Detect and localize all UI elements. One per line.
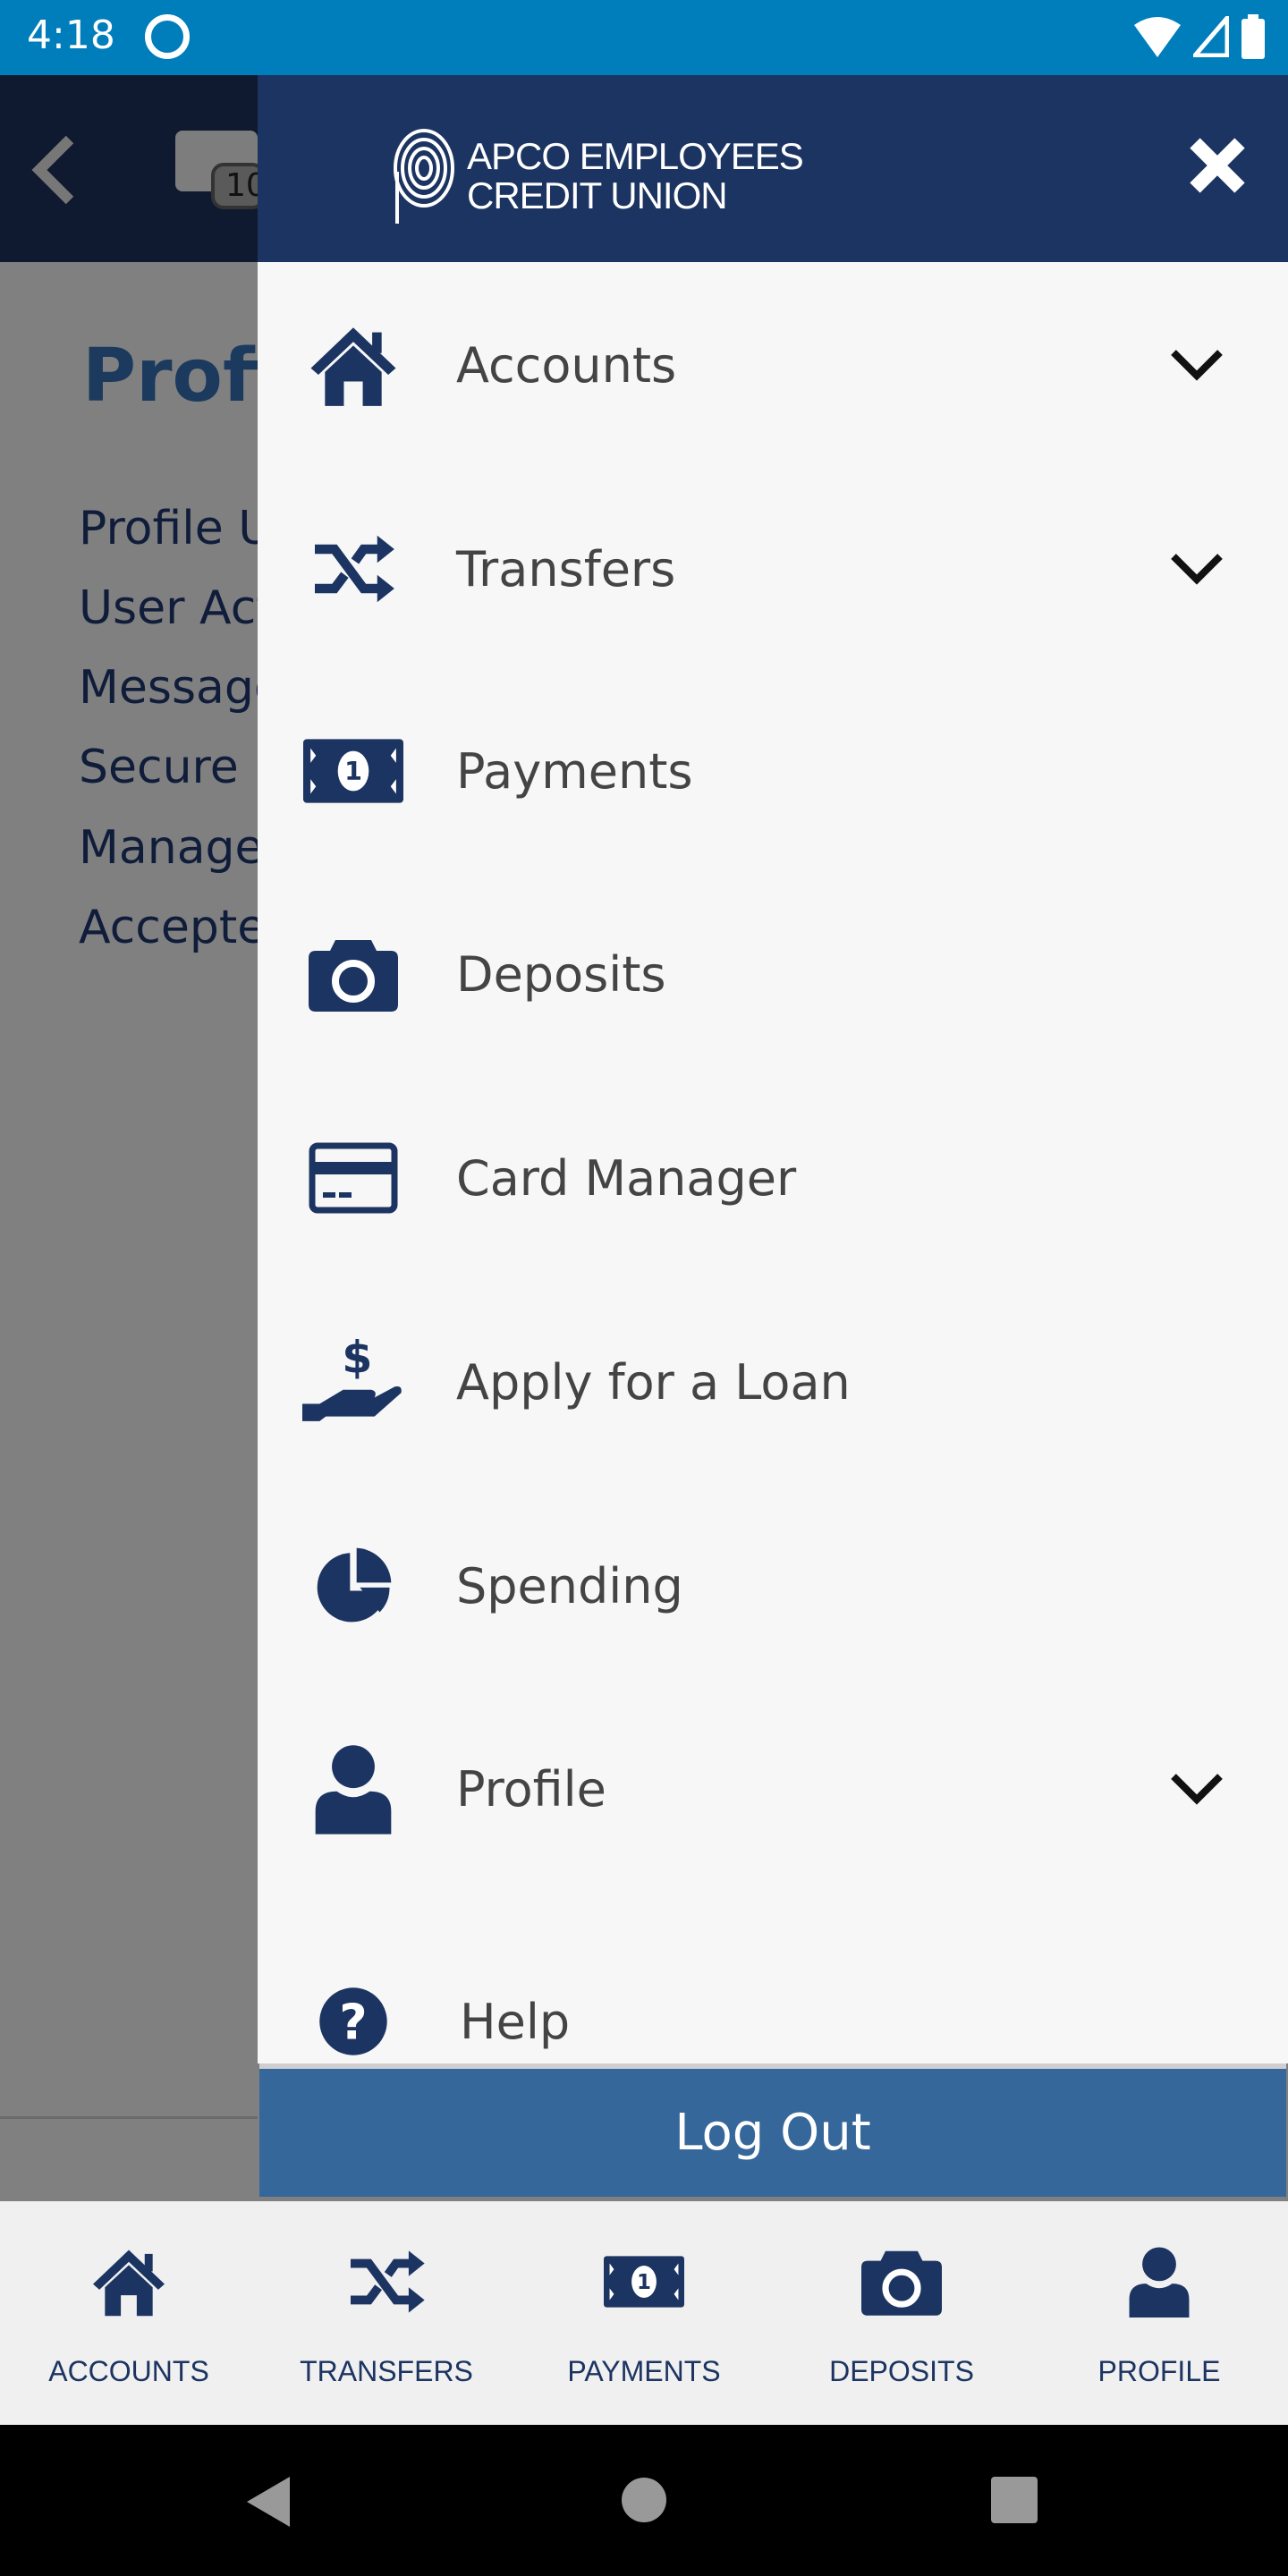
menu-item-accounts[interactable]: Accounts <box>258 263 1288 467</box>
camera-icon <box>861 2246 942 2318</box>
menu-item-help[interactable]: Help <box>258 1919 1288 2063</box>
pie-chart-icon <box>312 1545 394 1627</box>
page-title: Profil <box>82 334 258 419</box>
tab-label: PROFILE <box>1097 2355 1221 2387</box>
menu-item-label: Accounts <box>456 336 677 394</box>
tab-transfers[interactable]: TRANSFERS <box>258 2201 515 2425</box>
tab-label: TRANSFERS <box>300 2355 473 2387</box>
profile-link: Accepted <box>79 901 258 954</box>
profile-link: Message <box>79 661 258 715</box>
menu-item-label: Deposits <box>456 945 666 1003</box>
money-icon <box>604 2246 684 2318</box>
profile-link: Manage <box>79 821 258 875</box>
menu-item-label: Payments <box>456 742 693 800</box>
navigation-drawer: Accounts Transfers Payments Deposits Car… <box>258 262 1288 2063</box>
hand-dollar-icon <box>302 1328 404 1436</box>
home-icon <box>89 2246 169 2318</box>
page-header: 10 <box>0 75 265 262</box>
nav-home-icon[interactable] <box>621 2477 667 2523</box>
shuffle-icon <box>310 530 396 607</box>
menu-item-profile[interactable]: Profile <box>258 1687 1288 1891</box>
menu-item-label: Transfers <box>456 540 676 597</box>
tab-label: DEPOSITS <box>829 2355 974 2387</box>
tab-label: PAYMENTS <box>567 2355 721 2387</box>
profile-page-background: Profil Profile U User Act Message Secure… <box>0 262 258 2201</box>
tab-deposits[interactable]: DEPOSITS <box>773 2201 1030 2425</box>
system-navigation-bar <box>0 2425 1288 2576</box>
back-icon[interactable] <box>27 134 80 206</box>
shuffle-icon <box>346 2246 427 2318</box>
divider <box>0 2116 258 2119</box>
close-icon[interactable] <box>1186 134 1249 197</box>
menu-item-label: Spending <box>456 1557 683 1614</box>
menu-item-label: Help <box>460 1993 571 2050</box>
credit-card-icon <box>309 1142 398 1214</box>
brand-logo: APCO EMPLOYEES CREDIT UNION <box>392 127 804 225</box>
bottom-tab-bar: ACCOUNTS TRANSFERS PAYMENTS DEPOSITS PRO… <box>0 2201 1288 2425</box>
user-icon <box>1119 2246 1199 2318</box>
menu-item-apply-for-loan[interactable]: Apply for a Loan <box>258 1280 1288 1484</box>
signal-icon <box>1193 16 1229 57</box>
menu-item-transfers[interactable]: Transfers <box>258 467 1288 671</box>
drawer-header: APCO EMPLOYEES CREDIT UNION <box>258 75 1288 262</box>
chevron-down-icon[interactable] <box>1168 551 1225 587</box>
battery-icon <box>1241 14 1265 59</box>
chevron-down-icon[interactable] <box>1168 347 1225 383</box>
logo-mark-icon <box>394 129 454 224</box>
menu-item-label: Apply for a Loan <box>456 1353 851 1411</box>
home-icon <box>304 323 402 408</box>
camera-icon <box>309 936 398 1012</box>
mail-badge: 10 <box>211 163 265 209</box>
tab-payments[interactable]: PAYMENTS <box>515 2201 773 2425</box>
menu-item-payments[interactable]: Payments <box>258 669 1288 873</box>
wifi-icon <box>1134 17 1181 57</box>
logout-button[interactable]: Log Out <box>259 2063 1286 2197</box>
tab-profile[interactable]: PROFILE <box>1030 2201 1288 2425</box>
nav-recents-icon[interactable] <box>991 2477 1038 2523</box>
tab-label: ACCOUNTS <box>48 2355 209 2387</box>
profile-link: Profile U <box>79 502 258 555</box>
menu-item-label: Card Manager <box>456 1149 797 1207</box>
menu-item-deposits[interactable]: Deposits <box>258 872 1288 1076</box>
menu-item-card-manager[interactable]: Card Manager <box>258 1076 1288 1280</box>
nav-back-icon[interactable] <box>245 2475 292 2529</box>
status-bar: 4:18 <box>0 0 1288 75</box>
logo-line-2: CREDIT UNION <box>467 174 728 216</box>
status-time: 4:18 <box>27 13 115 58</box>
chevron-down-icon[interactable] <box>1168 1771 1225 1807</box>
tab-accounts[interactable]: ACCOUNTS <box>0 2201 258 2425</box>
app-notification-icon <box>145 14 190 59</box>
question-icon <box>317 1985 390 2058</box>
profile-link: User Act <box>79 581 258 635</box>
menu-item-label: Profile <box>456 1760 606 1818</box>
money-icon <box>303 739 403 803</box>
menu-item-spending[interactable]: Spending <box>258 1484 1288 1688</box>
logo-line-1: APCO EMPLOYEES <box>467 135 804 177</box>
user-icon <box>312 1741 394 1837</box>
profile-link: Secure F <box>79 741 258 794</box>
